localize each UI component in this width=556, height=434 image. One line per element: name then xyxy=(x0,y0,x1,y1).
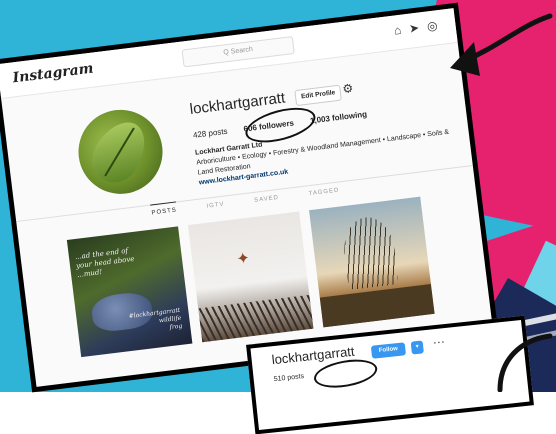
dropdown-button[interactable]: ▾ xyxy=(410,340,424,355)
following-text: 1,003 following xyxy=(309,109,368,126)
post-thumbnail[interactable]: ...ad the end of your head above ...mud!… xyxy=(66,226,193,358)
avatar[interactable] xyxy=(73,105,168,199)
app-logo[interactable]: Instagram xyxy=(12,61,95,87)
search-input[interactable]: Q Search xyxy=(181,35,295,68)
post-caption: #lockhartgarratt wildlife frog xyxy=(128,306,183,332)
post-thumbnail[interactable]: ✦ xyxy=(187,211,314,343)
tab-igtv[interactable]: IGTV xyxy=(206,197,226,217)
posts-count: 510 posts xyxy=(273,373,305,384)
bird-image: ✦ xyxy=(235,249,251,269)
post-caption: ...ad the end of your head above ...mud! xyxy=(74,246,135,279)
tab-saved[interactable]: SAVED xyxy=(253,190,280,211)
tab-posts[interactable]: POSTS xyxy=(150,201,179,224)
arrow-icon xyxy=(450,13,553,76)
direct-icon[interactable]: ➤ xyxy=(408,20,428,36)
following-count[interactable]: 1,003 following xyxy=(309,110,367,126)
tree-image xyxy=(340,214,399,291)
tab-tagged[interactable]: TAGGED xyxy=(308,182,341,204)
arrow-icon xyxy=(497,333,553,392)
hedge-image xyxy=(198,294,314,343)
edit-profile-button[interactable]: Edit Profile xyxy=(294,84,343,107)
field-image xyxy=(319,283,435,328)
more-icon[interactable]: ··· xyxy=(432,334,445,349)
leaf-image xyxy=(83,112,156,192)
posts-count: 428 posts xyxy=(192,126,229,140)
follow-button[interactable]: Follow xyxy=(370,342,407,359)
settings-icon[interactable]: ⚙ xyxy=(342,81,354,96)
post-thumbnail[interactable] xyxy=(309,196,435,328)
